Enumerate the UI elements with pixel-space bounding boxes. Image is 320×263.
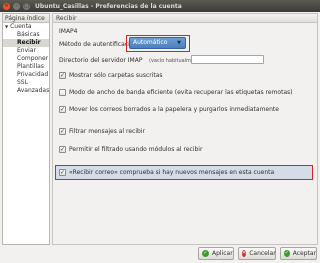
checkmark-icon: ✓ xyxy=(202,250,209,257)
checkbox-checked[interactable]: ✓ xyxy=(59,72,66,79)
option-plugin-filtering[interactable]: ✓ Permitir el filtrado usando módulos al… xyxy=(59,146,202,153)
sidebar-item-enviar[interactable]: Enviar xyxy=(3,47,49,55)
option-label: Filtrar mensajes al recibir xyxy=(69,128,145,135)
apply-button-label: Aplicar xyxy=(212,250,233,257)
cancel-button-label: Cancelar xyxy=(249,250,276,257)
cancel-icon: ✕ xyxy=(242,250,247,257)
imap-directory-label: Directorio del servidor IMAP xyxy=(59,57,143,64)
preferences-window: × – □ Ubuntu_Casillas - Preferencias de … xyxy=(0,0,320,263)
option-label: Mover los correos borrados a la papelera… xyxy=(69,106,279,113)
protocol-label: IMAP4 xyxy=(59,28,78,35)
option-receive-checks-account[interactable]: ✓ «Recibir correo» comprueba si hay nuev… xyxy=(59,169,274,176)
option-subscribed-folders[interactable]: ✓ Mostrar sólo carpetas suscritas xyxy=(59,72,163,79)
sidebar-item-label: Cuenta xyxy=(10,23,32,30)
panel-title: Recibir xyxy=(53,14,317,23)
sidebar-item-recibir[interactable]: Recibir xyxy=(3,39,49,47)
sidebar-item-componer[interactable]: Componer xyxy=(3,55,49,63)
sidebar: Página índice ▼ Cuenta Básicas Recibir En… xyxy=(2,13,50,245)
accept-button[interactable]: ✓ Aceptar xyxy=(280,247,317,260)
window-title: Ubuntu_Casillas - Preferencias de la cue… xyxy=(35,2,182,10)
maximize-icon[interactable]: □ xyxy=(23,2,30,10)
close-icon[interactable]: × xyxy=(3,2,10,10)
option-label: «Recibir correo» comprueba si hay nuevos… xyxy=(69,169,275,176)
checkbox-checked[interactable]: ✓ xyxy=(59,106,66,113)
option-move-to-trash[interactable]: ✓ Mover los correos borrados a la papele… xyxy=(59,106,279,113)
accept-button-label: Aceptar xyxy=(292,250,316,257)
checkbox-checked[interactable]: ✓ xyxy=(59,128,66,135)
option-bandwidth-efficient[interactable]: Modo de ancho de banda eficiente (evita … xyxy=(59,89,293,96)
option-label: Mostrar sólo carpetas suscritas xyxy=(69,72,163,79)
checkbox-checked[interactable]: ✓ xyxy=(59,146,66,153)
sidebar-item-ssl[interactable]: SSL xyxy=(3,79,49,87)
option-label: Permitir el filtrado usando módulos al r… xyxy=(69,146,203,153)
title-bar: × – □ Ubuntu_Casillas - Preferencias de … xyxy=(0,0,320,12)
sidebar-item-basicas[interactable]: Básicas xyxy=(3,31,49,39)
option-filter-on-receive[interactable]: ✓ Filtrar mensajes al recibir xyxy=(59,128,145,135)
sidebar-item-privacidad[interactable]: Privacidad xyxy=(3,71,49,79)
auth-method-dropdown[interactable]: Automático ▼ xyxy=(129,37,186,49)
checkmark-icon: ✓ xyxy=(284,250,290,257)
dropdown-arrow-icon: ▼ xyxy=(177,40,181,46)
minimize-icon[interactable]: – xyxy=(13,2,20,10)
sidebar-header: Página índice xyxy=(3,14,49,23)
settings-panel: Recibir IMAP4 Método de autentificación … xyxy=(52,13,318,245)
auth-method-value: Automático xyxy=(133,39,168,46)
checkbox-checked[interactable]: ✓ xyxy=(59,169,66,176)
imap-directory-field[interactable] xyxy=(191,55,264,64)
sidebar-item-cuenta[interactable]: ▼ Cuenta xyxy=(3,23,49,31)
option-label: Modo de ancho de banda eficiente (evita … xyxy=(69,89,293,96)
sidebar-item-plantillas[interactable]: Plantillas xyxy=(3,63,49,71)
apply-button[interactable]: ✓ Aplicar xyxy=(198,247,234,260)
sidebar-item-avanzadas[interactable]: Avanzadas xyxy=(3,87,49,95)
checkbox-unchecked[interactable] xyxy=(59,89,66,96)
cancel-button[interactable]: ✕ Cancelar xyxy=(238,247,276,260)
expand-triangle-icon[interactable]: ▼ xyxy=(5,24,8,29)
